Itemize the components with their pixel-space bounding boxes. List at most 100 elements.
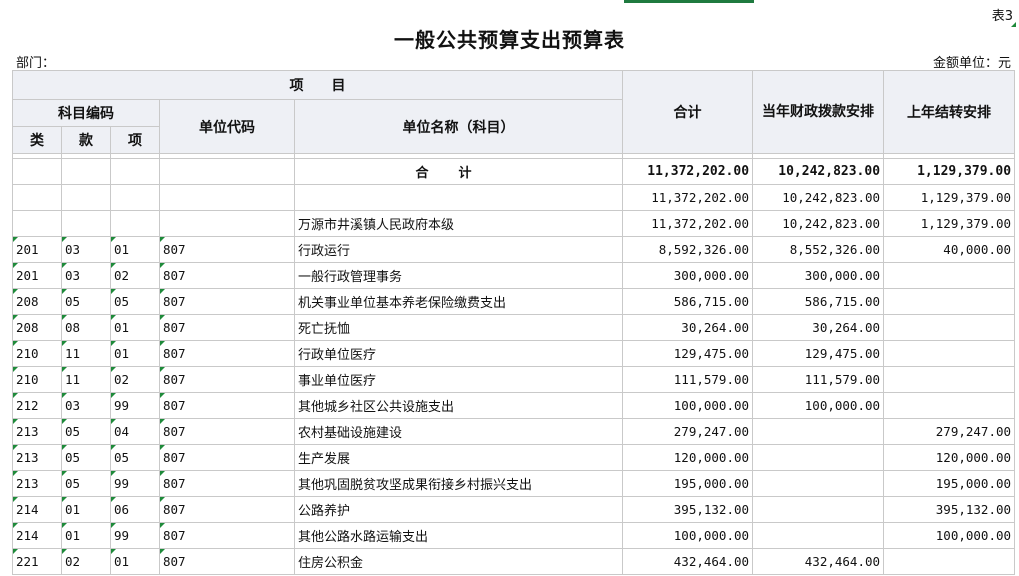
cell-unit-code[interactable]: 807 bbox=[159, 366, 295, 393]
total-current-year[interactable]: 10,242,823.00 bbox=[752, 158, 885, 185]
header-kuan[interactable]: 款 bbox=[61, 126, 111, 154]
cell-last-year[interactable] bbox=[883, 340, 1016, 367]
cell-last-year[interactable] bbox=[883, 314, 1016, 341]
subtotal-current-year[interactable]: 10,242,823.00 bbox=[752, 184, 885, 211]
cell-xiang[interactable]: 01 bbox=[110, 314, 160, 341]
cell-last-year[interactable]: 195,000.00 bbox=[883, 470, 1016, 497]
org-amount[interactable]: 11,372,202.00 bbox=[622, 210, 754, 237]
cell[interactable] bbox=[159, 210, 295, 237]
cell-kuan[interactable]: 08 bbox=[61, 314, 111, 341]
cell-last-year[interactable]: 120,000.00 bbox=[883, 444, 1016, 471]
cell[interactable] bbox=[110, 158, 160, 185]
cell-last-year[interactable] bbox=[883, 548, 1016, 575]
cell-unit-name[interactable]: 农村基础设施建设 bbox=[293, 418, 624, 445]
cell-kuan[interactable]: 03 bbox=[61, 392, 111, 419]
total-last-year[interactable]: 1,129,379.00 bbox=[883, 158, 1016, 185]
cell-unit-name[interactable]: 死亡抚恤 bbox=[293, 314, 624, 341]
cell-total[interactable]: 279,247.00 bbox=[622, 418, 754, 445]
cell-unit-code[interactable]: 807 bbox=[159, 522, 295, 549]
cell-xiang[interactable]: 04 bbox=[110, 418, 160, 445]
cell-xiang[interactable]: 06 bbox=[110, 496, 160, 523]
cell-last-year[interactable] bbox=[883, 288, 1016, 315]
cell-total[interactable]: 129,475.00 bbox=[622, 340, 754, 367]
org-current-year[interactable]: 10,242,823.00 bbox=[752, 210, 885, 237]
header-unit-code[interactable]: 单位代码 bbox=[159, 99, 295, 154]
cell-total[interactable]: 120,000.00 bbox=[622, 444, 754, 471]
cell-unit-name[interactable]: 机关事业单位基本养老保险缴费支出 bbox=[293, 288, 624, 315]
cell-unit-name[interactable]: 公路养护 bbox=[293, 496, 624, 523]
cell-unit-name[interactable]: 生产发展 bbox=[293, 444, 624, 471]
cell-lei[interactable]: 201 bbox=[12, 262, 62, 289]
cell-lei[interactable]: 221 bbox=[12, 548, 62, 575]
cell-unit-name[interactable]: 行政运行 bbox=[293, 236, 624, 263]
cell[interactable] bbox=[110, 184, 160, 211]
header-item[interactable]: 项 目 bbox=[11, 70, 624, 100]
cell-current-year[interactable]: 300,000.00 bbox=[752, 262, 885, 289]
cell-unit-name[interactable]: 住房公积金 bbox=[293, 548, 624, 575]
cell-current-year[interactable] bbox=[752, 496, 885, 523]
cell-kuan[interactable]: 11 bbox=[61, 340, 111, 367]
header-unit-name[interactable]: 单位名称（科目） bbox=[293, 99, 624, 154]
cell-unit-code[interactable]: 807 bbox=[159, 470, 295, 497]
cell-total[interactable]: 100,000.00 bbox=[622, 392, 754, 419]
cell-current-year[interactable]: 30,264.00 bbox=[752, 314, 885, 341]
header-current-year[interactable]: 当年财政拨款安排 bbox=[752, 70, 885, 154]
cell-current-year[interactable] bbox=[752, 522, 885, 549]
cell-unit-code[interactable]: 807 bbox=[159, 262, 295, 289]
cell-unit-code[interactable]: 807 bbox=[159, 418, 295, 445]
cell-lei[interactable]: 214 bbox=[12, 496, 62, 523]
cell-total[interactable]: 100,000.00 bbox=[622, 522, 754, 549]
subtotal-last-year[interactable]: 1,129,379.00 bbox=[883, 184, 1016, 211]
cell-unit-name[interactable]: 行政单位医疗 bbox=[293, 340, 624, 367]
cell-total[interactable]: 395,132.00 bbox=[622, 496, 754, 523]
total-label[interactable]: 合计 bbox=[293, 158, 624, 185]
cell-lei[interactable]: 210 bbox=[12, 366, 62, 393]
cell-unit-code[interactable]: 807 bbox=[159, 288, 295, 315]
cell-xiang[interactable]: 02 bbox=[110, 262, 160, 289]
cell-last-year[interactable]: 40,000.00 bbox=[883, 236, 1016, 263]
subtotal-amount[interactable]: 11,372,202.00 bbox=[622, 184, 754, 211]
cell-kuan[interactable]: 01 bbox=[61, 522, 111, 549]
cell-lei[interactable]: 213 bbox=[12, 418, 62, 445]
cell[interactable] bbox=[61, 184, 111, 211]
cell-last-year[interactable] bbox=[883, 392, 1016, 419]
total-amount[interactable]: 11,372,202.00 bbox=[622, 158, 754, 185]
cell[interactable] bbox=[12, 210, 62, 237]
cell-xiang[interactable]: 02 bbox=[110, 366, 160, 393]
cell[interactable] bbox=[61, 210, 111, 237]
cell-current-year[interactable]: 129,475.00 bbox=[752, 340, 885, 367]
cell-xiang[interactable]: 01 bbox=[110, 236, 160, 263]
cell-unit-code[interactable]: 807 bbox=[159, 236, 295, 263]
cell-current-year[interactable] bbox=[752, 444, 885, 471]
cell-total[interactable]: 111,579.00 bbox=[622, 366, 754, 393]
cell-xiang[interactable]: 99 bbox=[110, 522, 160, 549]
header-lei[interactable]: 类 bbox=[12, 126, 62, 154]
cell-current-year[interactable] bbox=[752, 470, 885, 497]
header-total[interactable]: 合计 bbox=[622, 70, 754, 154]
cell-unit-name[interactable]: 一般行政管理事务 bbox=[293, 262, 624, 289]
cell-last-year[interactable] bbox=[883, 366, 1016, 393]
cell-total[interactable]: 300,000.00 bbox=[622, 262, 754, 289]
cell-kuan[interactable]: 03 bbox=[61, 236, 111, 263]
org-name[interactable]: 万源市井溪镇人民政府本级 bbox=[293, 210, 624, 237]
cell-unit-code[interactable]: 807 bbox=[159, 392, 295, 419]
cell[interactable] bbox=[61, 158, 111, 185]
cell-xiang[interactable]: 05 bbox=[110, 288, 160, 315]
cell-xiang[interactable]: 99 bbox=[110, 392, 160, 419]
cell-kuan[interactable]: 03 bbox=[61, 262, 111, 289]
cell-lei[interactable]: 212 bbox=[12, 392, 62, 419]
cell-total[interactable]: 8,592,326.00 bbox=[622, 236, 754, 263]
cell[interactable] bbox=[110, 210, 160, 237]
cell-unit-name[interactable]: 事业单位医疗 bbox=[293, 366, 624, 393]
cell-lei[interactable]: 213 bbox=[12, 444, 62, 471]
cell-total[interactable]: 432,464.00 bbox=[622, 548, 754, 575]
header-xiang[interactable]: 项 bbox=[110, 126, 160, 154]
cell[interactable] bbox=[159, 158, 295, 185]
cell-current-year[interactable]: 432,464.00 bbox=[752, 548, 885, 575]
cell-unit-name[interactable]: 其他城乡社区公共设施支出 bbox=[293, 392, 624, 419]
header-last-year[interactable]: 上年结转安排 bbox=[883, 70, 1016, 154]
cell-lei[interactable]: 214 bbox=[12, 522, 62, 549]
cell-unit-code[interactable]: 807 bbox=[159, 496, 295, 523]
cell-last-year[interactable] bbox=[883, 262, 1016, 289]
cell-current-year[interactable]: 100,000.00 bbox=[752, 392, 885, 419]
